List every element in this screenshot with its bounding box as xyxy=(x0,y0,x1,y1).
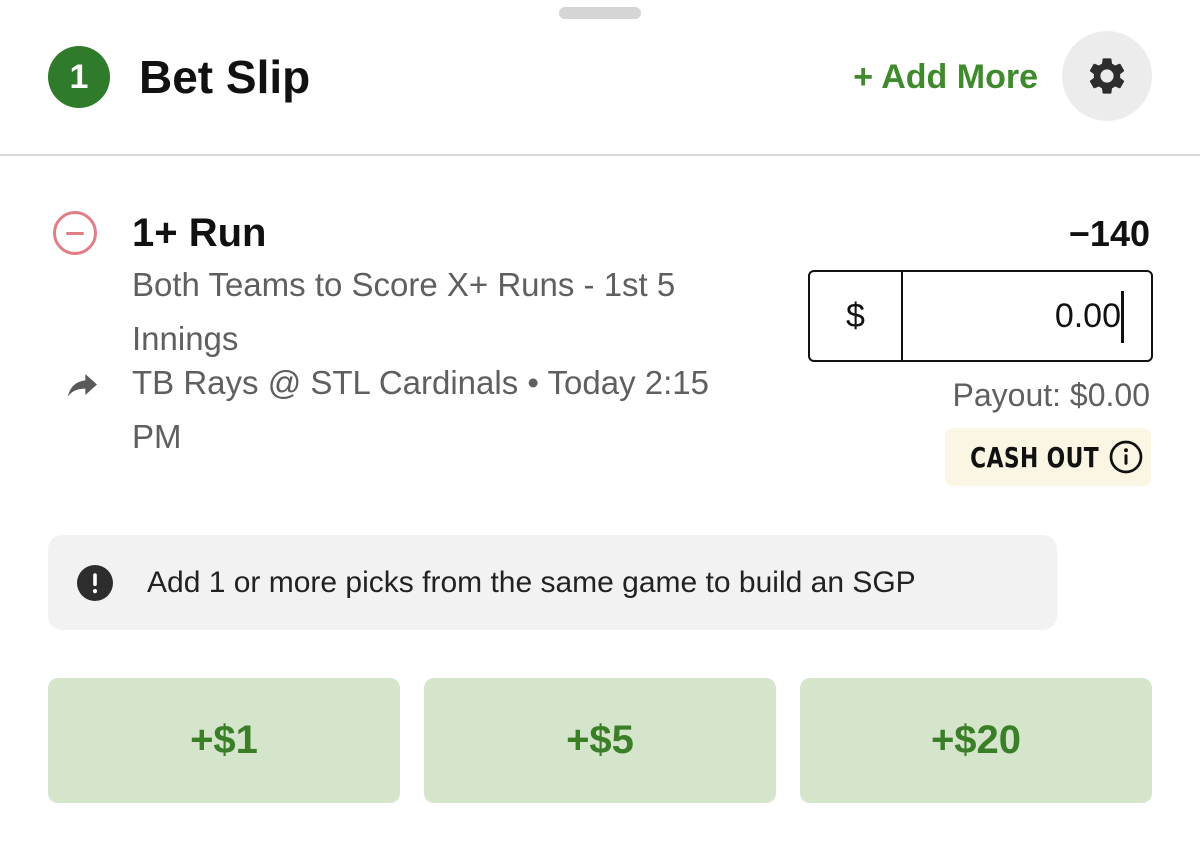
text-cursor xyxy=(1121,291,1124,343)
bet-slip-header: 1 Bet Slip + Add More xyxy=(0,0,1200,156)
stake-field[interactable]: $ xyxy=(808,270,1153,362)
payout-text: Payout: $0.00 xyxy=(952,377,1150,413)
share-arrow-icon[interactable] xyxy=(59,365,105,405)
gear-icon xyxy=(1089,58,1125,94)
game-info[interactable]: TB Rays @ STL Cardinals • Today 2:15 PM xyxy=(132,356,752,464)
bet-odds: −140 xyxy=(1068,213,1150,254)
add-more-button[interactable]: + Add More xyxy=(853,52,1038,102)
info-icon[interactable] xyxy=(1108,439,1144,475)
remove-bet-button[interactable] xyxy=(53,211,97,255)
bet-selection: 1+ Run xyxy=(132,211,267,255)
settings-button[interactable] xyxy=(1062,31,1152,121)
bet-count-badge: 1 xyxy=(48,46,110,108)
currency-symbol: $ xyxy=(810,272,903,360)
quick-add-20-button[interactable]: +$20 xyxy=(800,678,1152,803)
quick-add-1-button[interactable]: +$1 xyxy=(48,678,400,803)
notice-text: Add 1 or more picks from the same game t… xyxy=(147,565,916,599)
bet-market: Both Teams to Score X+ Runs - 1st 5 Inni… xyxy=(132,266,676,357)
stake-input-wrap[interactable] xyxy=(903,272,1151,360)
stake-input[interactable] xyxy=(903,272,1151,360)
sgp-notice: Add 1 or more picks from the same game t… xyxy=(48,535,1057,630)
quick-add-5-button[interactable]: +$5 xyxy=(424,678,776,803)
page-title: Bet Slip xyxy=(139,51,311,103)
cash-out-label: CASH OUT xyxy=(970,440,1100,474)
alert-icon xyxy=(77,564,113,601)
cash-out-badge[interactable]: CASH OUT xyxy=(945,428,1151,486)
